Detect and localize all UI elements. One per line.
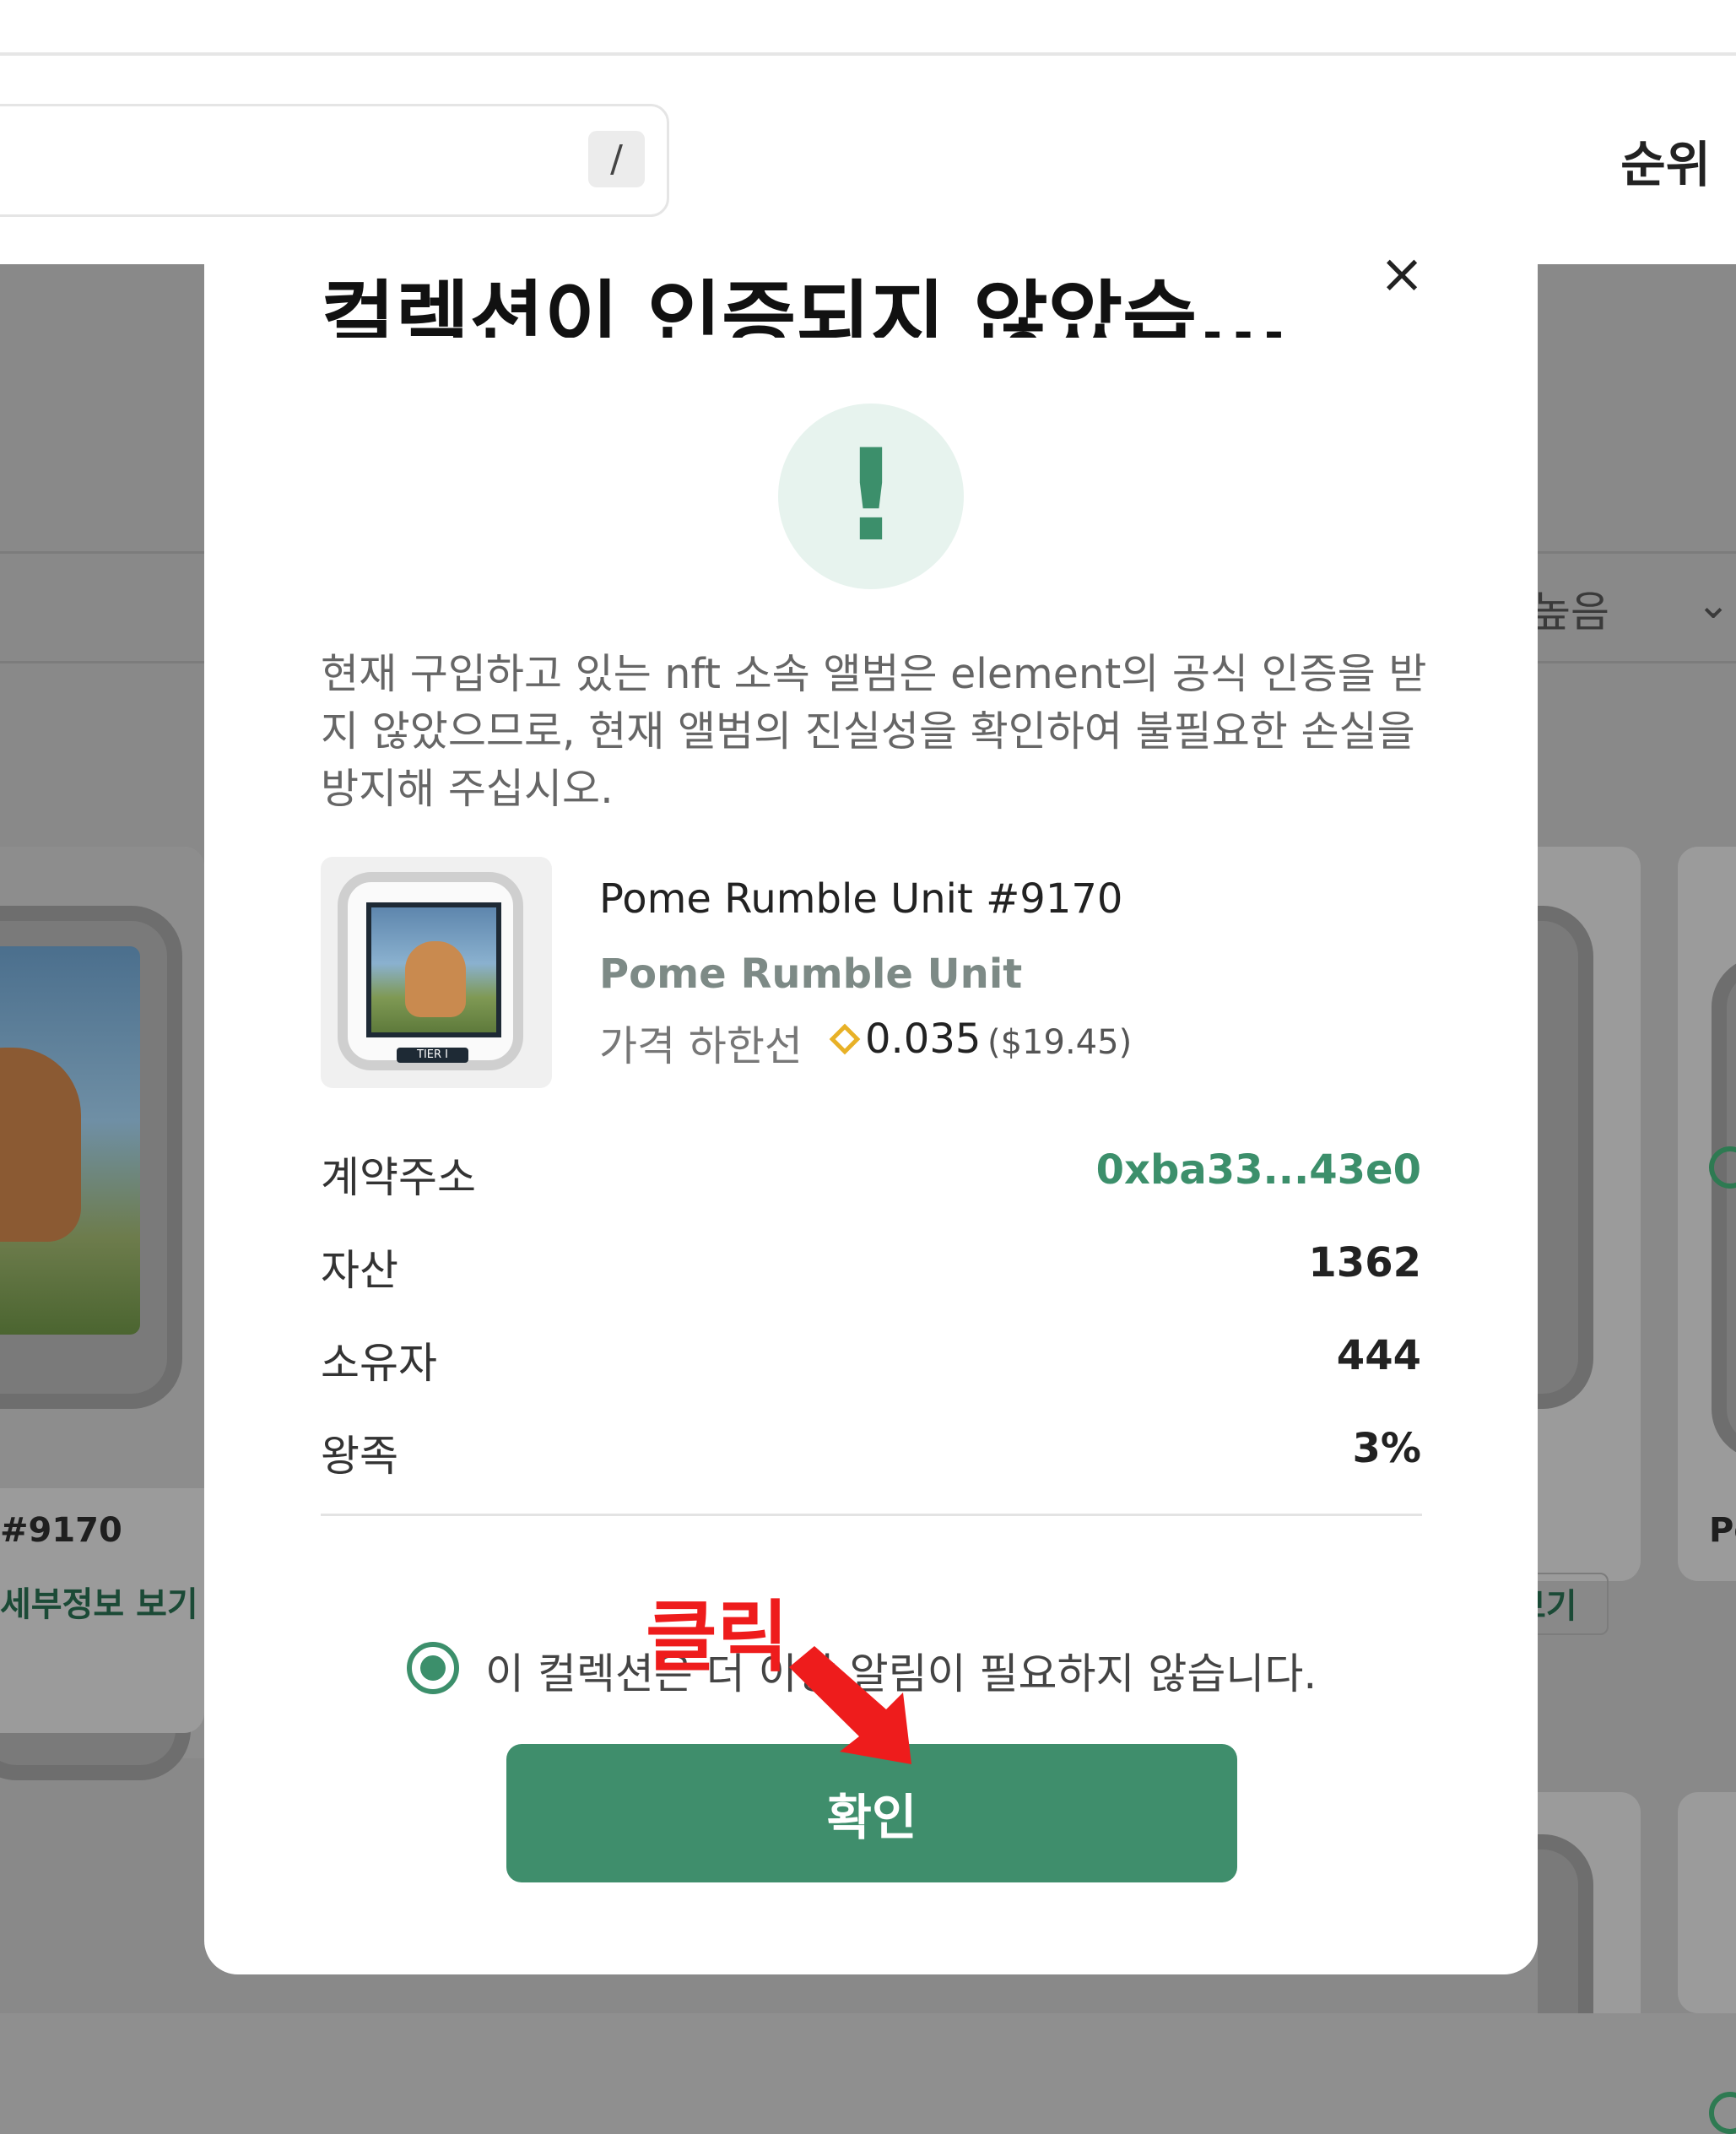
close-icon[interactable]: × (1376, 243, 1427, 306)
nft-name: Pome Rumble Unit #9170 (599, 875, 1123, 923)
nft-card-image (0, 847, 204, 1488)
royalty-label: 왕족 (321, 1432, 398, 1481)
bear-character (0, 1048, 81, 1242)
device-image (0, 906, 182, 1409)
nft-card-title: #9170 (0, 1511, 122, 1550)
nft-card-title: Po (1709, 1511, 1736, 1550)
top-header: / 순위 (0, 0, 1736, 264)
royalty-value: 3% (1352, 1425, 1422, 1472)
nft-thumbnail: TIER I (321, 857, 552, 1088)
nav-ranking-link[interactable]: 순위 (1620, 125, 1711, 196)
click-annotation-label: 클릭 (646, 1592, 789, 1682)
modal-title: 컬렉션이 인증되지 않았습... (321, 272, 1290, 338)
assets-value: 1362 (1308, 1239, 1421, 1286)
radio-selected-dot (420, 1655, 446, 1681)
device-image: TIER I (338, 872, 523, 1070)
floor-price-label: 가격 하한선 (599, 1022, 803, 1070)
view-details-link[interactable]: 세부정보 보기 (0, 1577, 198, 1626)
owners-value: 444 (1336, 1332, 1421, 1379)
search-shortcut-key: / (588, 131, 645, 187)
warning-icon: ! (778, 404, 964, 589)
device-image (1712, 956, 1736, 1460)
nft-collection-name: Pome Rumble Unit (599, 951, 1023, 998)
nft-card[interactable] (1678, 1792, 1736, 2013)
device-image (1538, 1834, 1593, 2013)
floor-price-usd: ($19.45) (987, 1023, 1133, 1062)
nft-card[interactable] (1538, 1792, 1641, 2013)
floor-price-value: 0.035 (865, 1016, 982, 1063)
search-input[interactable] (0, 104, 669, 217)
header-divider (0, 52, 1736, 56)
assets-label: 자산 (321, 1246, 398, 1295)
device-screen (0, 946, 140, 1335)
modal-divider (321, 1514, 1422, 1516)
chevron-down-icon[interactable]: ⌄ (1696, 581, 1730, 628)
nft-card[interactable] (1678, 847, 1736, 1581)
device-screen (366, 902, 501, 1037)
device-image (1538, 906, 1593, 1409)
verified-badge-icon (1709, 2092, 1736, 2134)
nft-card[interactable] (1538, 847, 1641, 1581)
contract-address-link[interactable]: 0xba33...43e0 (1096, 1146, 1421, 1194)
sort-dropdown-label[interactable]: 높음 (1532, 578, 1609, 639)
bear-character (405, 941, 466, 1017)
warning-description: 현재 구입하고 있는 nft 소속 앨범은 element의 공식 인증을 받지… (321, 650, 1427, 813)
contract-address-label: 계약주소 (321, 1153, 476, 1202)
owners-label: 소유자 (321, 1339, 437, 1388)
click-arrow-icon (789, 1646, 911, 1764)
tier-label: TIER I (397, 1048, 468, 1063)
dont-notify-radio[interactable] (407, 1642, 459, 1694)
